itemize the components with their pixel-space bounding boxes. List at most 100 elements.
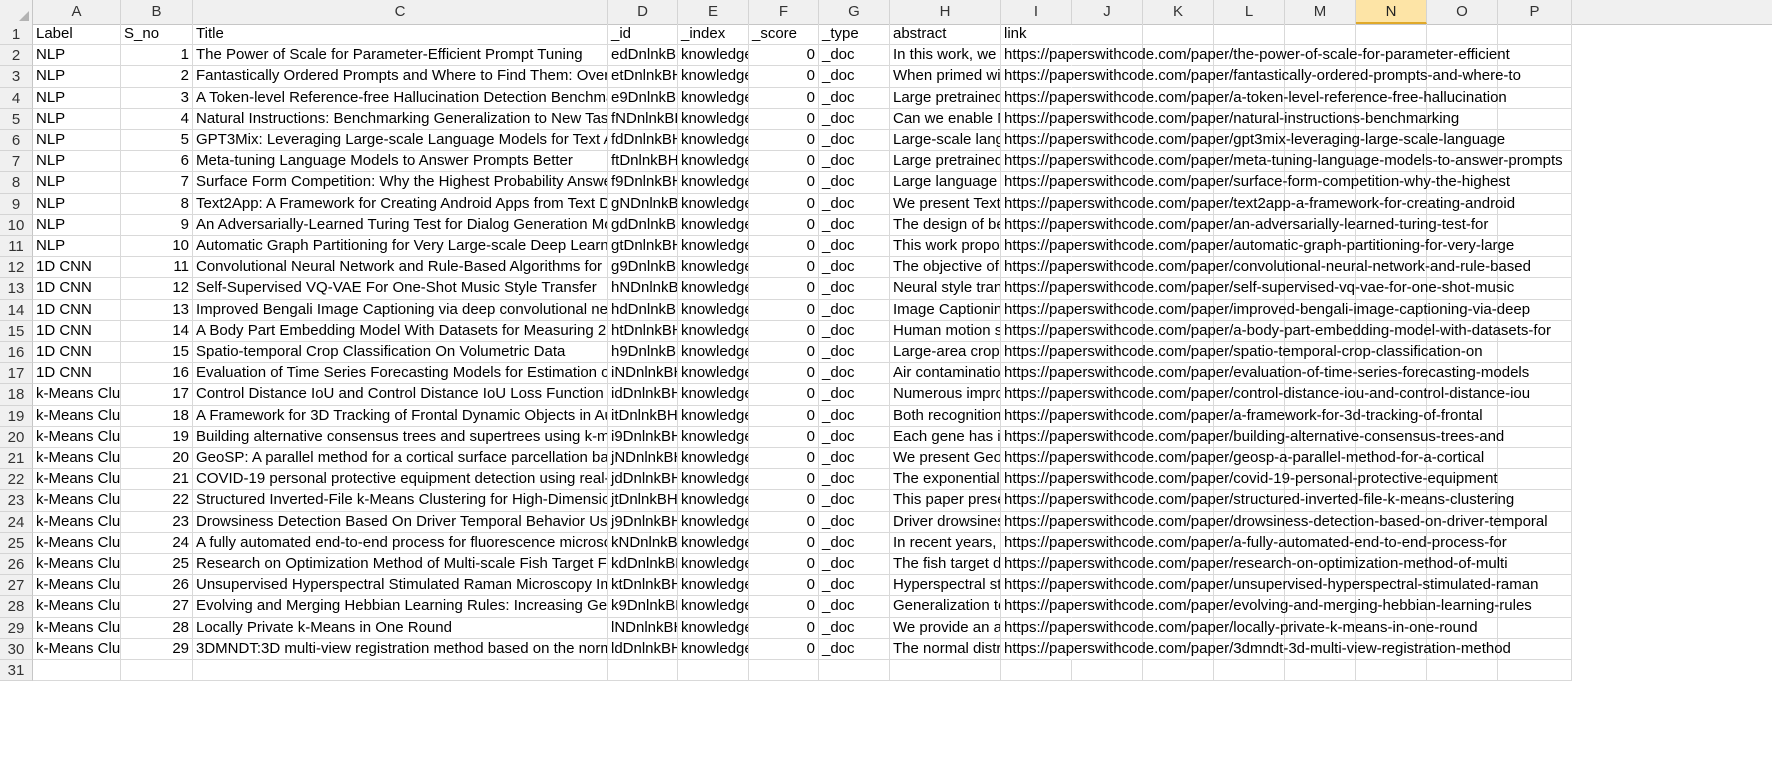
- cell-abstract[interactable]: We provide an a: [890, 617, 1001, 639]
- cell-label[interactable]: 1D CNN: [33, 278, 121, 300]
- cell-s-no[interactable]: 28: [121, 617, 193, 639]
- cell-title[interactable]: Natural Instructions: Benchmarking Gener…: [193, 108, 608, 130]
- cell-index[interactable]: knowledge: [678, 575, 749, 597]
- cell-empty[interactable]: [1498, 469, 1572, 491]
- cell-link[interactable]: link: [1001, 24, 1072, 46]
- column-header-b[interactable]: B: [121, 0, 193, 24]
- cell-abstract[interactable]: Generalization to: [890, 596, 1001, 618]
- cell-s-no[interactable]: 6: [121, 151, 193, 173]
- row-header-12[interactable]: 12: [0, 257, 33, 279]
- cell-index[interactable]: knowledge: [678, 278, 749, 300]
- cell-index[interactable]: knowledge: [678, 363, 749, 385]
- cell-type[interactable]: _doc: [819, 172, 890, 194]
- cell-label[interactable]: k-Means Clust: [33, 384, 121, 406]
- cell-s-no[interactable]: 3: [121, 87, 193, 109]
- cell-type[interactable]: _doc: [819, 278, 890, 300]
- cell-score[interactable]: 0: [749, 532, 819, 554]
- cell-link[interactable]: https://paperswithcode.com/paper/automat…: [1001, 236, 1514, 258]
- cell-empty[interactable]: [1427, 660, 1498, 682]
- cell-empty[interactable]: [1498, 660, 1572, 682]
- cell-abstract[interactable]: Large pretrained: [890, 87, 1001, 109]
- cell-empty[interactable]: [193, 660, 608, 682]
- cell-abstract[interactable]: In recent years, a: [890, 532, 1001, 554]
- column-header-g[interactable]: G: [819, 0, 890, 24]
- cell-empty[interactable]: [1498, 532, 1572, 554]
- cell-label[interactable]: NLP: [33, 66, 121, 88]
- cell-abstract[interactable]: Large pretrained: [890, 151, 1001, 173]
- column-header-h[interactable]: H: [890, 0, 1001, 24]
- cell-link[interactable]: https://paperswithcode.com/paper/a-token…: [1001, 88, 1507, 109]
- cell-empty[interactable]: [33, 660, 121, 682]
- cell-label[interactable]: k-Means Clust: [33, 596, 121, 618]
- cell-index[interactable]: knowledge: [678, 448, 749, 470]
- cell-id[interactable]: hNDnlnkBH: [608, 278, 678, 300]
- column-header-k[interactable]: K: [1143, 0, 1214, 24]
- cell-index[interactable]: knowledge: [678, 617, 749, 639]
- row-header-4[interactable]: 4: [0, 87, 33, 109]
- cell-index[interactable]: knowledge: [678, 511, 749, 533]
- cell-label[interactable]: k-Means Clust: [33, 426, 121, 448]
- cell-empty[interactable]: [1143, 660, 1214, 682]
- cell-abstract[interactable]: We present Text: [890, 193, 1001, 215]
- cell-score[interactable]: 0: [749, 130, 819, 152]
- row-header-31[interactable]: 31: [0, 660, 33, 682]
- cell-s-no[interactable]: 23: [121, 511, 193, 533]
- cell-label[interactable]: NLP: [33, 108, 121, 130]
- cell-abstract[interactable]: The design of be: [890, 214, 1001, 236]
- cell-empty[interactable]: [1143, 24, 1214, 46]
- row-header-25[interactable]: 25: [0, 532, 33, 554]
- cell-s-no[interactable]: 21: [121, 469, 193, 491]
- row-header-22[interactable]: 22: [0, 469, 33, 491]
- cell-score[interactable]: 0: [749, 214, 819, 236]
- cell-abstract[interactable]: Image Captionin: [890, 299, 1001, 321]
- cell-empty[interactable]: [1427, 24, 1498, 46]
- column-header-a[interactable]: A: [33, 0, 121, 24]
- cell-s-no[interactable]: 15: [121, 342, 193, 364]
- cell-title[interactable]: GeoSP: A parallel method for a cortical …: [193, 448, 608, 470]
- cell-label[interactable]: k-Means Clust: [33, 469, 121, 491]
- cell-title[interactable]: Surface Form Competition: Why the Highes…: [193, 172, 608, 194]
- row-header-9[interactable]: 9: [0, 193, 33, 215]
- cell-type[interactable]: _doc: [819, 108, 890, 130]
- cell-score[interactable]: 0: [749, 575, 819, 597]
- cell-id[interactable]: iNDnlnkBH: [608, 363, 678, 385]
- cell-index[interactable]: knowledge: [678, 342, 749, 364]
- row-header-19[interactable]: 19: [0, 405, 33, 427]
- cell-label[interactable]: NLP: [33, 87, 121, 109]
- cell-score[interactable]: 0: [749, 87, 819, 109]
- cell-link[interactable]: https://paperswithcode.com/paper/self-su…: [1001, 278, 1514, 300]
- cell-abstract[interactable]: The objective of: [890, 257, 1001, 279]
- cell-type[interactable]: _doc: [819, 405, 890, 427]
- cell-index[interactable]: knowledge: [678, 490, 749, 512]
- cell-id[interactable]: f9DnlnkBH: [608, 172, 678, 194]
- cell-abstract[interactable]: In this work, we: [890, 45, 1001, 67]
- cell-id[interactable]: lNDnlnkBH: [608, 617, 678, 639]
- cell-link[interactable]: https://paperswithcode.com/paper/natural…: [1001, 109, 1459, 130]
- cell-abstract[interactable]: The fish target d: [890, 554, 1001, 576]
- cell-index[interactable]: knowledge: [678, 87, 749, 109]
- cell-empty[interactable]: [1498, 87, 1572, 109]
- cell-index[interactable]: knowledge: [678, 130, 749, 152]
- cell-score[interactable]: 0: [749, 617, 819, 639]
- cell-id[interactable]: jtDnlnkBHI: [608, 490, 678, 512]
- cell-index[interactable]: knowledge: [678, 405, 749, 427]
- cell-s-no[interactable]: 27: [121, 596, 193, 618]
- cell-title[interactable]: Evolving and Merging Hebbian Learning Ru…: [193, 596, 608, 618]
- cell-empty[interactable]: [749, 660, 819, 682]
- cell-score[interactable]: 0: [749, 151, 819, 173]
- cell-type[interactable]: _doc: [819, 45, 890, 67]
- cell-s-no[interactable]: 12: [121, 278, 193, 300]
- cell-title[interactable]: GPT3Mix: Leveraging Large-scale Language…: [193, 130, 608, 152]
- row-header-28[interactable]: 28: [0, 596, 33, 618]
- cell-type[interactable]: _doc: [819, 257, 890, 279]
- cell-title[interactable]: An Adversarially-Learned Turing Test for…: [193, 214, 608, 236]
- row-header-14[interactable]: 14: [0, 299, 33, 321]
- column-header-j[interactable]: J: [1072, 0, 1143, 24]
- cell-id[interactable]: gdDnlnkBH: [608, 214, 678, 236]
- cell-link[interactable]: https://paperswithcode.com/paper/a-body-…: [1001, 321, 1551, 342]
- column-header-e[interactable]: E: [678, 0, 749, 24]
- cell-abstract[interactable]: abstract: [890, 24, 1001, 46]
- cell-label[interactable]: NLP: [33, 130, 121, 152]
- cell-link[interactable]: https://paperswithcode.com/paper/control…: [1001, 384, 1530, 406]
- cell-empty[interactable]: [1498, 554, 1572, 576]
